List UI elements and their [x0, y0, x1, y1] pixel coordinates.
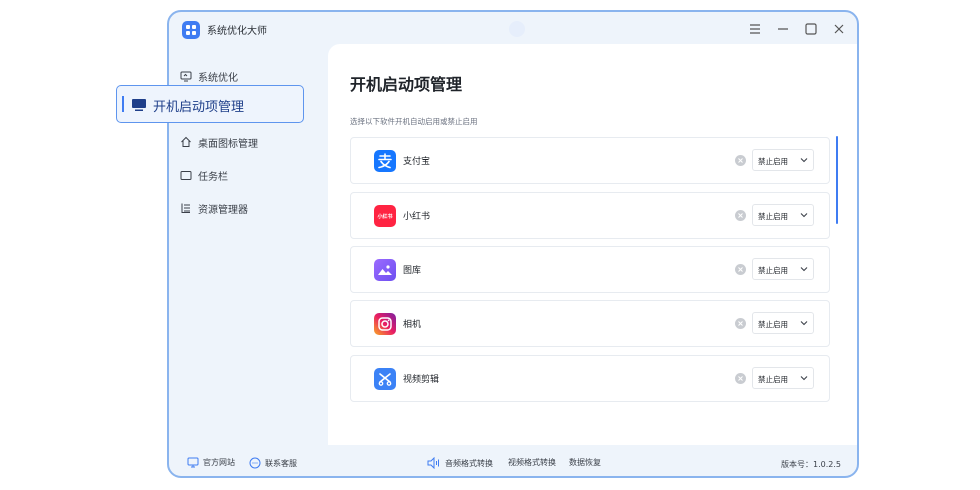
select-value: 禁止启用 — [758, 266, 788, 275]
chevron-down-icon — [800, 158, 808, 163]
app-name: 支付宝 — [403, 157, 431, 167]
startup-status-select[interactable]: 禁止启用 — [752, 312, 814, 334]
sidebar-item-startup-highlight[interactable]: 开机启动项管理 — [116, 85, 304, 123]
clear-icon[interactable] — [735, 264, 746, 275]
sidebar-item-taskbar[interactable]: 任务栏 — [180, 165, 228, 185]
app-name: 小红书 — [403, 212, 431, 222]
app-name: 视频剪辑 — [403, 375, 440, 385]
monitor-icon — [187, 457, 199, 468]
data-recovery-label: 数据恢复 — [569, 458, 601, 467]
clear-icon[interactable] — [735, 210, 746, 221]
startup-app-row: 视频剪辑 禁止启用 — [350, 355, 830, 402]
footer: 官方网站 联系客服 音频格式转换 视频格式转换 数据恢复 版本号：1.0.2.5 — [169, 448, 857, 476]
app-window: 系统优化大师 系统优化 开机启动项管理 — [167, 10, 859, 478]
clear-icon[interactable] — [735, 318, 746, 329]
select-value: 禁止启用 — [758, 157, 788, 166]
minimize-icon[interactable] — [775, 21, 791, 37]
sidebar-item-label: 桌面图标管理 — [198, 138, 258, 150]
app-logo-icon — [182, 21, 200, 39]
website-link[interactable]: 官方网站 — [187, 457, 235, 468]
data-recovery-link[interactable]: 数据恢复 — [569, 457, 601, 468]
startup-app-row: 支付宝 禁止启用 — [350, 137, 830, 184]
list-icon — [180, 202, 192, 214]
sidebar-item-system-optimize[interactable]: 系统优化 — [180, 66, 238, 86]
video-convert-label: 视频格式转换 — [508, 458, 556, 467]
scrollbar[interactable] — [836, 136, 838, 224]
speaker-icon — [427, 457, 441, 469]
support-label: 联系客服 — [265, 458, 297, 468]
audio-convert-link[interactable]: 音频格式转换 — [427, 457, 493, 469]
sidebar-item-explorer[interactable]: 资源管理器 — [180, 198, 248, 218]
app-title: 系统优化大师 — [207, 26, 267, 37]
xiaohongshu-icon: 小红书 — [374, 205, 396, 227]
menu-icon[interactable] — [747, 21, 763, 37]
chevron-down-icon — [800, 213, 808, 218]
startup-app-row: 图库 禁止启用 — [350, 246, 830, 293]
gallery-icon — [374, 259, 396, 281]
chevron-down-icon — [800, 376, 808, 381]
alipay-icon — [374, 150, 396, 172]
startup-app-row: 小红书 小红书 禁止启用 — [350, 192, 830, 239]
maximize-icon[interactable] — [803, 21, 819, 37]
sidebar-item-label: 系统优化 — [198, 72, 238, 84]
close-icon[interactable] — [831, 21, 847, 37]
folder-icon — [180, 169, 192, 181]
select-value: 禁止启用 — [758, 375, 788, 384]
version-label: 版本号：1.0.2.5 — [781, 460, 841, 469]
support-link[interactable]: 联系客服 — [249, 457, 297, 469]
clear-icon[interactable] — [735, 155, 746, 166]
startup-status-select[interactable]: 禁止启用 — [752, 149, 814, 171]
highlight-label: 开机启动项管理 — [153, 100, 245, 115]
chat-icon — [249, 457, 261, 469]
website-label: 官方网站 — [203, 458, 235, 467]
monitor-icon — [180, 70, 192, 82]
scissors-icon — [374, 368, 396, 390]
app-name: 相机 — [403, 320, 422, 330]
startup-app-row: 相机 禁止启用 — [350, 300, 830, 347]
app-name: 图库 — [403, 266, 422, 276]
clear-icon[interactable] — [735, 373, 746, 384]
main-panel: 开机启动项管理 选择以下软件开机自动启用或禁止启用 支付宝 禁止启用 小红书 小… — [328, 44, 857, 445]
video-convert-link[interactable]: 视频格式转换 — [508, 457, 556, 468]
title-bar: 系统优化大师 — [169, 12, 857, 46]
page-subtitle: 选择以下软件开机自动启用或禁止启用 — [350, 117, 478, 126]
home-icon — [180, 136, 192, 148]
startup-status-select[interactable]: 禁止启用 — [752, 204, 814, 226]
page-title: 开机启动项管理 — [350, 75, 463, 94]
chevron-down-icon — [800, 321, 808, 326]
select-value: 禁止启用 — [758, 320, 788, 329]
display-icon — [131, 97, 147, 116]
audio-convert-label: 音频格式转换 — [445, 458, 493, 468]
active-indicator — [122, 96, 124, 112]
title-dot-icon — [509, 21, 525, 37]
app-icon-text: 小红书 — [377, 213, 393, 220]
camera-icon — [374, 313, 396, 335]
startup-status-select[interactable]: 禁止启用 — [752, 258, 814, 280]
startup-status-select[interactable]: 禁止启用 — [752, 367, 814, 389]
sidebar-item-label: 任务栏 — [198, 171, 228, 183]
sidebar-item-label: 资源管理器 — [198, 204, 248, 216]
chevron-down-icon — [800, 267, 808, 272]
select-value: 禁止启用 — [758, 212, 788, 221]
sidebar-item-desktop-icons[interactable]: 桌面图标管理 — [180, 132, 258, 152]
